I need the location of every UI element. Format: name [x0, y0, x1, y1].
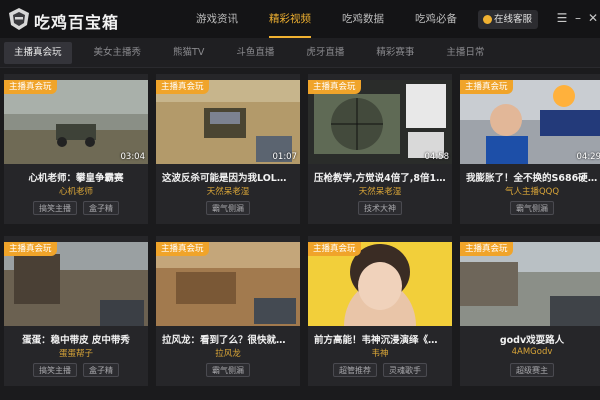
- main-nav: 游戏资讯 精彩视频 吃鸡数据 吃鸡必备: [196, 0, 488, 38]
- video-title[interactable]: 压枪教学,方觉说4倍了,8倍15...: [308, 170, 452, 184]
- video-tag[interactable]: 搞笑主播: [33, 201, 77, 215]
- video-tag[interactable]: 技术大神: [358, 201, 402, 215]
- category-tab-panda-tv[interactable]: 熊猫TV: [163, 42, 214, 64]
- video-author[interactable]: 4AMGodv: [460, 347, 600, 357]
- video-card[interactable]: 主播真会玩 蛋蛋：稳中带皮 皮中带秀 蛋蛋帮子 搞笑主播 盒子精: [4, 236, 148, 386]
- online-service-button[interactable]: 在线客服: [478, 10, 538, 29]
- category-badge: 主播真会玩: [4, 242, 57, 256]
- video-author[interactable]: 蛋蛋帮子: [4, 347, 148, 359]
- minimize-icon[interactable]: –: [572, 11, 584, 25]
- video-tag[interactable]: 灵魂歌手: [383, 363, 427, 377]
- category-tab-streamer-fun[interactable]: 主播真会玩: [4, 42, 72, 64]
- video-tag[interactable]: 霸气侧漏: [206, 201, 250, 215]
- video-author[interactable]: 天然呆老湿: [156, 185, 300, 197]
- title-bar: 吃鸡百宝箱 游戏资讯 精彩视频 吃鸡数据 吃鸡必备 在线客服 ☰ – ✕: [0, 0, 600, 38]
- category-badge: 主播真会玩: [460, 242, 513, 256]
- video-tag[interactable]: 超级赛主: [510, 363, 554, 377]
- video-duration: 04:29: [576, 152, 600, 162]
- app-title: 吃鸡百宝箱: [34, 13, 120, 32]
- video-card[interactable]: 主播真会玩 03:04 心机老师：攀皇争霸赛 心机老师 搞笑主播 盒子精: [4, 74, 148, 224]
- video-thumbnail[interactable]: 主播真会玩 03:04: [4, 80, 148, 164]
- category-tab-beauty[interactable]: 美女主播秀: [84, 42, 152, 64]
- video-thumbnail[interactable]: 主播真会玩: [460, 242, 600, 326]
- online-service-label: 在线客服: [494, 14, 533, 25]
- video-card[interactable]: 主播真会玩 04:58 压枪教学,方觉说4倍了,8倍15... 天然呆老湿 技术…: [308, 74, 452, 224]
- category-badge: 主播真会玩: [4, 80, 57, 94]
- category-badge: 主播真会玩: [460, 80, 513, 94]
- menu-icon[interactable]: ☰: [556, 11, 568, 25]
- category-tabs: 主播真会玩 美女主播秀 熊猫TV 斗鱼直播 虎牙直播 精彩赛事 主播日常: [0, 38, 600, 68]
- helmet-logo-icon: [9, 8, 29, 30]
- video-title[interactable]: 拉风龙：看到了么？很快就可重...: [156, 332, 300, 346]
- video-author[interactable]: 拉风龙: [156, 347, 300, 359]
- video-title[interactable]: 蛋蛋：稳中带皮 皮中带秀: [4, 332, 148, 346]
- category-badge: 主播真会玩: [308, 80, 361, 94]
- video-thumbnail[interactable]: 主播真会玩: [308, 242, 452, 326]
- category-tab-events[interactable]: 精彩赛事: [366, 42, 424, 64]
- category-badge: 主播真会玩: [308, 242, 361, 256]
- video-title[interactable]: 这波反杀可能是因为我LOL言僧...: [156, 170, 300, 184]
- video-tag[interactable]: 霸气侧漏: [206, 363, 250, 377]
- category-tab-huya[interactable]: 虎牙直播: [296, 42, 354, 64]
- category-tab-douyu[interactable]: 斗鱼直播: [226, 42, 284, 64]
- video-tag[interactable]: 超管推荐: [333, 363, 377, 377]
- video-card[interactable]: 主播真会玩 04:29 我膨胀了！全不换的S686硬去... 气人主播QQQ 霸…: [460, 74, 600, 224]
- video-tag[interactable]: 盒子精: [83, 363, 119, 377]
- video-thumbnail[interactable]: 主播真会玩: [4, 242, 148, 326]
- video-thumbnail[interactable]: 主播真会玩 04:58: [308, 80, 452, 164]
- video-author[interactable]: 韦神: [308, 347, 452, 359]
- category-badge: 主播真会玩: [156, 242, 209, 256]
- nav-tab-essentials[interactable]: 吃鸡必备: [415, 0, 457, 38]
- video-tag[interactable]: 搞笑主播: [33, 363, 77, 377]
- headset-icon: [483, 15, 492, 24]
- video-title[interactable]: 心机老师：攀皇争霸赛: [4, 170, 148, 184]
- nav-tab-videos[interactable]: 精彩视频: [269, 0, 311, 38]
- video-duration: 03:04: [120, 152, 146, 162]
- video-duration: 01:07: [272, 152, 298, 162]
- video-author[interactable]: 天然呆老湿: [308, 185, 452, 197]
- video-card[interactable]: 主播真会玩 前方高能！韦神沉浸演绎《燃烧... 韦神 超管推荐 灵魂歌手: [308, 236, 452, 386]
- video-thumbnail[interactable]: 主播真会玩: [156, 242, 300, 326]
- nav-tab-news[interactable]: 游戏资讯: [196, 0, 238, 38]
- close-icon[interactable]: ✕: [587, 11, 599, 25]
- video-tag[interactable]: 霸气侧漏: [510, 201, 554, 215]
- video-thumbnail[interactable]: 主播真会玩 01:07: [156, 80, 300, 164]
- video-thumbnail[interactable]: 主播真会玩 04:29: [460, 80, 600, 164]
- video-author[interactable]: 气人主播QQQ: [460, 185, 600, 197]
- nav-tab-stats[interactable]: 吃鸡数据: [342, 0, 384, 38]
- video-card[interactable]: 主播真会玩 godv戏耍路人 4AMGodv 超级赛主: [460, 236, 600, 386]
- video-title[interactable]: 前方高能！韦神沉浸演绎《燃烧...: [308, 332, 452, 346]
- video-card[interactable]: 主播真会玩 01:07 这波反杀可能是因为我LOL言僧... 天然呆老湿 霸气侧…: [156, 74, 300, 224]
- video-title[interactable]: godv戏耍路人: [460, 332, 600, 346]
- video-duration: 04:58: [424, 152, 450, 162]
- video-tag[interactable]: 盒子精: [83, 201, 119, 215]
- category-tab-daily[interactable]: 主播日常: [436, 42, 494, 64]
- category-badge: 主播真会玩: [156, 80, 209, 94]
- video-author[interactable]: 心机老师: [4, 185, 148, 197]
- video-title[interactable]: 我膨胀了！全不换的S686硬去...: [460, 170, 600, 184]
- video-card[interactable]: 主播真会玩 拉风龙：看到了么？很快就可重... 拉风龙 霸气侧漏: [156, 236, 300, 386]
